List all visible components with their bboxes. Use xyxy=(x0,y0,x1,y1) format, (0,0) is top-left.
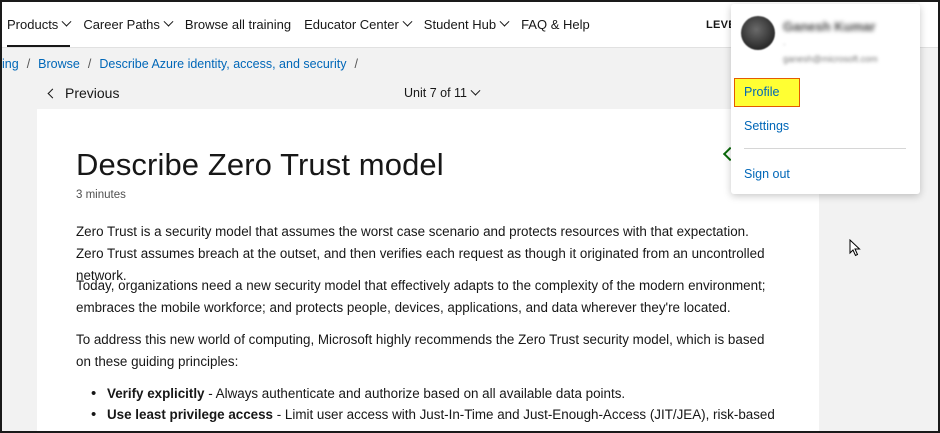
article-card: Describe Zero Trust model 3 minutes Zero… xyxy=(37,109,819,431)
nav-educator-center-label: Educator Center xyxy=(304,17,399,32)
user-name: Ganesh Kumar xyxy=(783,19,876,34)
article-paragraph: To address this new world of computing, … xyxy=(76,332,765,369)
nav-browse-all-training[interactable]: Browse all training xyxy=(185,2,291,47)
menu-item-profile[interactable]: Profile xyxy=(744,85,779,99)
unit-selector-label: Unit 7 of 11 xyxy=(404,86,468,100)
nav-faq-help[interactable]: FAQ & Help xyxy=(521,2,590,47)
breadcrumb-item-browse[interactable]: Browse xyxy=(38,57,80,71)
article-paragraph: Today, organizations need a new security… xyxy=(76,278,766,315)
chevron-down-icon xyxy=(402,16,413,27)
menu-item-settings[interactable]: Settings xyxy=(744,119,789,133)
chevron-down-icon xyxy=(499,16,510,27)
unit-selector[interactable]: Unit 7 of 11 xyxy=(404,85,481,100)
mouse-cursor-icon xyxy=(849,239,861,257)
unit-nav-bar: Previous Unit 7 of 11 xyxy=(37,79,819,109)
list-item-title: Use least privilege access xyxy=(107,407,274,422)
nav-career-paths[interactable]: Career Paths xyxy=(83,2,174,47)
chevron-left-icon xyxy=(47,88,58,98)
principles-list: Verify explicitly - Always authenticate … xyxy=(89,383,779,425)
user-subtitle: · xyxy=(783,40,786,49)
nav-student-hub[interactable]: Student Hub xyxy=(423,2,510,47)
nav-browse-all-training-label: Browse all training xyxy=(184,17,292,32)
duration-label: 3 minutes xyxy=(76,189,126,201)
breadcrumb-item-module[interactable]: Describe Azure identity, access, and sec… xyxy=(99,57,346,71)
browser-viewport: Products Career Paths Browse all trainin… xyxy=(0,0,940,433)
nav-educator-center[interactable]: Educator Center xyxy=(304,2,413,47)
breadcrumb: ing / Browse / Describe Azure identity, … xyxy=(2,56,366,72)
chevron-down-icon xyxy=(163,16,174,27)
list-item-text: - Always authenticate and authorize base… xyxy=(204,386,626,401)
list-item-text: - Limit user access with Just-In-Time an… xyxy=(273,407,775,422)
previous-label: Previous xyxy=(65,85,120,101)
chevron-down-icon xyxy=(61,16,72,27)
user-email: ganesh@microsoft.com xyxy=(783,54,878,64)
breadcrumb-separator: / xyxy=(87,57,92,71)
chevron-down-icon xyxy=(470,85,481,96)
list-item: Verify explicitly - Always authenticate … xyxy=(89,383,779,404)
nav-products-label: Products xyxy=(7,17,59,32)
menu-divider xyxy=(744,148,906,149)
breadcrumb-separator: / xyxy=(354,57,358,71)
nav-faq-help-label: FAQ & Help xyxy=(521,17,590,32)
avatar xyxy=(741,16,775,50)
nav-career-paths-label: Career Paths xyxy=(83,17,160,32)
breadcrumb-item-training[interactable]: ing xyxy=(2,57,19,71)
previous-button[interactable]: Previous xyxy=(47,85,120,101)
list-item: Use least privilege access - Limit user … xyxy=(89,404,779,425)
list-item-title: Verify explicitly xyxy=(107,386,205,401)
nav-products[interactable]: Products xyxy=(7,2,72,47)
breadcrumb-separator: / xyxy=(26,57,31,71)
nav-student-hub-label: Student Hub xyxy=(423,17,497,32)
profile-dropdown: Ganesh Kumar · ganesh@microsoft.com Prof… xyxy=(731,4,920,194)
menu-item-sign-out[interactable]: Sign out xyxy=(744,167,790,181)
page-title: Describe Zero Trust model xyxy=(76,147,444,182)
